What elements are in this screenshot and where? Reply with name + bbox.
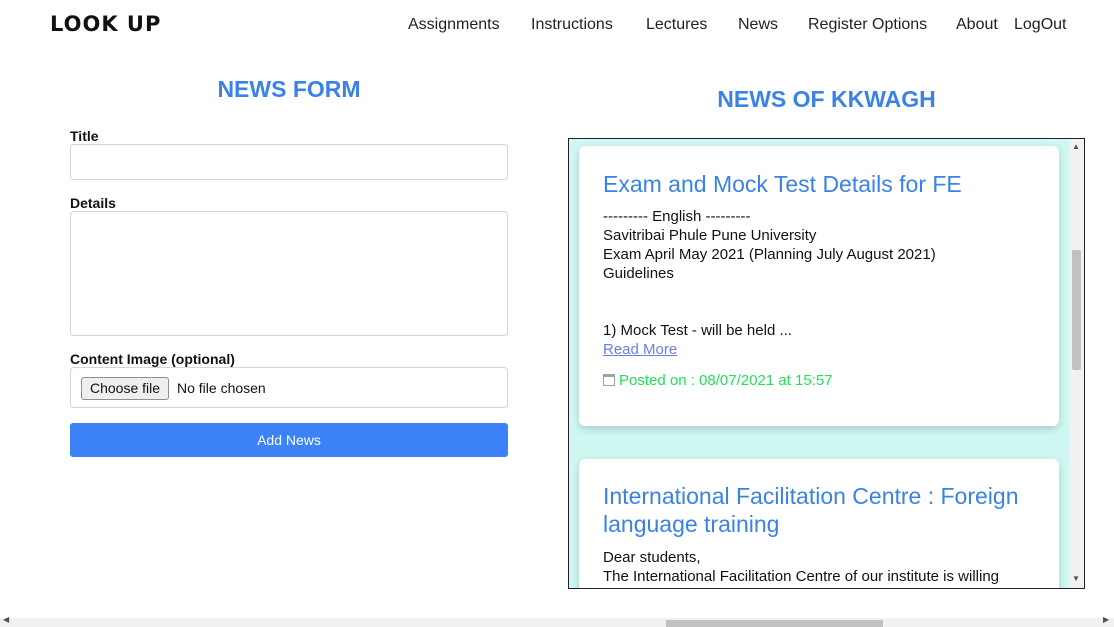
scroll-left-icon[interactable]: ◀ [3, 615, 9, 624]
body-line: Savitribai Phule Pune University [603, 227, 817, 244]
details-label: Details [70, 195, 116, 211]
calendar-icon [603, 374, 615, 386]
news-list-panel[interactable]: Exam and Mock Test Details for FE ------… [568, 138, 1085, 589]
nav-lectures[interactable]: Lectures [646, 16, 707, 34]
details-textarea[interactable] [70, 211, 508, 336]
body-line: 1) Mock Test - will be held ... [603, 322, 792, 339]
news-card-body: Dear students, The International Facilit… [603, 548, 1043, 586]
scrollbar-thumb[interactable] [666, 620, 883, 627]
posted-text: Posted on : 08/07/2021 at 15:57 [619, 372, 833, 389]
brand-logo[interactable]: LOOK UP [50, 12, 161, 36]
scroll-up-icon[interactable]: ▲ [1072, 142, 1080, 151]
nav-register-options[interactable]: Register Options [808, 16, 927, 34]
body-line: Guidelines [603, 265, 674, 282]
title-label: Title [70, 128, 99, 144]
news-card: Exam and Mock Test Details for FE ------… [579, 146, 1059, 426]
nav-news[interactable]: News [738, 16, 778, 34]
nav-assignments[interactable]: Assignments [408, 16, 500, 34]
body-line: The International Facilitation Centre of… [603, 568, 1000, 585]
news-card-title[interactable]: International Facilitation Centre : Fore… [603, 482, 1043, 538]
scroll-right-icon[interactable]: ▶ [1103, 615, 1109, 624]
scroll-down-icon[interactable]: ▼ [1072, 574, 1080, 583]
nav-logout[interactable]: LogOut [1014, 16, 1066, 34]
content-image-label: Content Image (optional) [70, 351, 235, 367]
news-list-heading: NEWS OF KKWAGH [717, 86, 936, 112]
body-line [603, 302, 1043, 321]
read-more-link[interactable]: Read More [603, 341, 677, 358]
scrollbar-thumb[interactable] [1072, 250, 1081, 370]
news-card-title[interactable]: Exam and Mock Test Details for FE [603, 170, 1043, 198]
choose-file-button[interactable]: Choose file [81, 377, 170, 400]
news-form-heading: NEWS FORM [217, 76, 361, 102]
news-vertical-scrollbar[interactable]: ▲ ▼ [1069, 139, 1084, 588]
top-navbar: LOOK UP Assignments Instructions Lecture… [0, 0, 1114, 52]
page-horizontal-scrollbar[interactable]: ◀ ▶ [0, 615, 1114, 627]
news-card-body: --------- English --------- Savitribai P… [603, 207, 1043, 340]
body-line: --------- English --------- [603, 208, 751, 225]
nav-about[interactable]: About [956, 16, 998, 34]
file-status-text: No file chosen [177, 380, 266, 396]
nav-instructions[interactable]: Instructions [531, 16, 613, 34]
add-news-button[interactable]: Add News [70, 423, 508, 457]
body-line: Dear students, [603, 549, 701, 566]
body-line [603, 283, 1043, 302]
news-card: International Facilitation Centre : Fore… [579, 459, 1059, 588]
posted-date: Posted on : 08/07/2021 at 15:57 [603, 372, 833, 389]
title-input[interactable] [70, 144, 508, 180]
content-image-file-input: Choose file No file chosen [70, 367, 508, 408]
body-line: Exam April May 2021 (Planning July Augus… [603, 246, 936, 263]
